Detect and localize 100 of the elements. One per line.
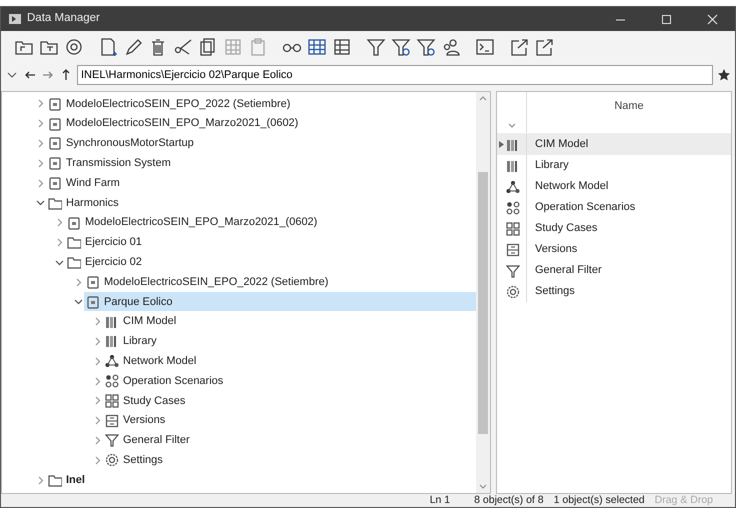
scroll-thumb[interactable] <box>478 172 488 434</box>
filter-icon <box>506 264 520 278</box>
maximize-icon <box>660 14 672 24</box>
tree-item[interactable]: Ejercicio 01 <box>65 232 146 252</box>
filter-icon <box>366 37 386 57</box>
list-row[interactable]: Study Cases <box>497 218 731 239</box>
chevron-right-icon <box>92 436 102 445</box>
dots-icon <box>506 200 520 214</box>
list-row[interactable]: Versions <box>497 239 731 260</box>
chevron-right-icon <box>92 396 102 406</box>
chevron-right-icon <box>92 376 102 386</box>
tree-item[interactable]: Transmission System <box>46 154 175 173</box>
project-icon <box>48 136 62 150</box>
project-icon <box>48 96 62 111</box>
chevron-right-icon <box>36 99 44 108</box>
chevron-right-icon <box>36 138 44 148</box>
list-row[interactable]: Library <box>497 155 731 176</box>
chevron-right-icon <box>92 317 102 326</box>
chevron-right-icon <box>92 456 102 465</box>
tree-item[interactable]: Operation Scenarios <box>103 372 228 391</box>
gear-icon <box>506 284 520 298</box>
up-icon <box>60 68 72 82</box>
row-pointer-icon <box>499 141 504 148</box>
pencil-icon <box>123 37 143 57</box>
tree-item[interactable]: Inel <box>46 470 89 490</box>
list-row[interactable]: Network Model <box>497 176 731 197</box>
project-icon <box>48 116 62 131</box>
books-icon <box>105 334 119 348</box>
scissors-icon <box>173 37 193 57</box>
table-copy-icon <box>223 37 243 57</box>
tree-item[interactable]: Wind Farm <box>46 174 124 193</box>
chevron-down-icon <box>36 198 44 208</box>
address-field[interactable]: INEL\Harmonics\Ejercicio 02\Parque Eolico <box>77 65 713 85</box>
app-icon <box>9 12 21 25</box>
scroll-up-icon[interactable] <box>479 96 487 101</box>
chevron-right-icon <box>36 119 44 128</box>
gear-icon <box>105 453 119 468</box>
project-icon <box>86 275 100 290</box>
network-icon <box>506 180 520 194</box>
line-indicator: Ln 1 <box>430 492 450 508</box>
chevron-right-icon <box>36 178 44 188</box>
list-row[interactable]: Settings <box>497 281 731 302</box>
scroll-down-icon[interactable] <box>479 484 487 489</box>
object-count: 8 object(s) of 8 <box>474 492 544 508</box>
network-icon <box>105 354 119 368</box>
list-row[interactable]: Operation Scenarios <box>497 197 731 218</box>
chevron-right-icon <box>36 476 44 485</box>
favorite-button[interactable] <box>717 67 731 83</box>
folder-icon <box>67 235 81 250</box>
tree-item[interactable]: Settings <box>103 450 167 470</box>
tree-item[interactable]: Parque Eolico <box>84 292 476 312</box>
table-icon <box>332 37 352 57</box>
tree-item[interactable]: ModeloElectricoSEIN_EPO_Marzo2021_(0602) <box>65 213 322 232</box>
books-icon <box>506 158 520 172</box>
dots-icon <box>105 374 119 388</box>
project-icon <box>48 156 62 170</box>
filter-icon <box>416 37 436 57</box>
tree-item[interactable]: Ejercicio 02 <box>65 252 146 272</box>
tree-item[interactable]: General Filter <box>103 430 194 450</box>
chevron-right-icon <box>74 278 82 287</box>
list-row[interactable]: General Filter <box>497 260 731 281</box>
books-icon <box>506 138 520 152</box>
filter-icon <box>105 433 119 448</box>
filter-icon <box>391 37 411 57</box>
tree-item[interactable]: ModeloElectricoSEIN_EPO_Marzo2021_(0602) <box>46 114 302 134</box>
chevron-down-icon <box>74 297 82 306</box>
users-icon <box>441 37 461 57</box>
close-icon <box>706 14 718 24</box>
folder-icon <box>48 473 62 488</box>
chevron-right-icon <box>36 158 44 168</box>
folder-icon <box>67 255 81 270</box>
table-icon <box>307 37 327 57</box>
cabinet-icon <box>105 414 119 428</box>
chevron-right-icon <box>54 238 64 247</box>
column-header[interactable]: Name <box>527 92 731 133</box>
tree-item[interactable]: Versions <box>103 411 170 430</box>
tree-item[interactable]: CIM Model <box>103 312 180 332</box>
window-title: Data Manager <box>27 11 101 26</box>
refresh-icon <box>64 37 84 57</box>
chevron-right-icon <box>92 336 102 346</box>
tree-item[interactable]: Library <box>103 332 161 351</box>
tree-item[interactable]: ModeloElectricoSEIN_EPO_2022 (Setiembre) <box>84 272 332 292</box>
tree-item[interactable]: ModeloElectricoSEIN_EPO_2022 (Setiembre) <box>46 94 294 114</box>
scrollbar[interactable] <box>476 92 490 493</box>
tree-item[interactable]: Study Cases <box>103 391 190 410</box>
tree-item[interactable]: SynchronousMotorStartup <box>46 134 198 153</box>
export-icon <box>534 37 554 57</box>
folder-icon <box>48 196 62 210</box>
tree-item[interactable]: Network Model <box>103 352 200 371</box>
list-row[interactable]: CIM Model <box>497 134 731 155</box>
terminal-icon <box>475 37 495 57</box>
selection-count: 1 object(s) selected <box>554 492 645 508</box>
cabinet-icon <box>506 242 520 256</box>
sort-icon[interactable] <box>508 123 516 129</box>
export-icon <box>509 37 529 57</box>
tree-item[interactable]: Harmonics <box>46 193 123 212</box>
project-icon <box>67 216 81 230</box>
chevron-down-icon <box>54 258 64 267</box>
chevron-right-icon <box>54 218 64 228</box>
books-icon <box>105 314 119 329</box>
